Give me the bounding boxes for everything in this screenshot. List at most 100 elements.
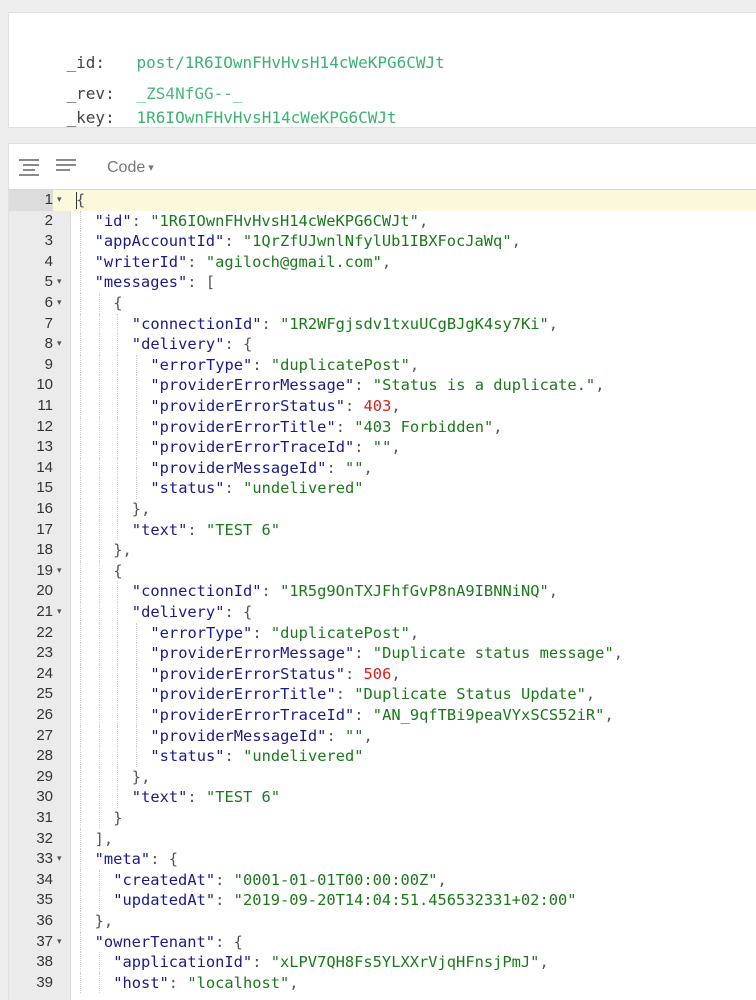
code-line[interactable]: 1 ▾ {	[9, 190, 756, 211]
code-text: "providerErrorTitle": "403 Forbidden",	[150, 417, 502, 438]
json-string: "403 Forbidden"	[354, 417, 494, 436]
indent-guide	[80, 519, 81, 541]
code-line[interactable]: 7 "connectionId": "1R2WFgjsdv1txuUCgBJgK4…	[9, 313, 756, 335]
format-align-icon[interactable]	[19, 159, 39, 176]
fold-toggle-icon[interactable]: ▾	[57, 293, 67, 314]
code-line[interactable]: 35 "updatedAt": "2019-09-20T14:04:51.4565…	[9, 890, 756, 911]
code-text: "errorType": "duplicatePost",	[150, 623, 419, 644]
json-key: "providerMessageId"	[150, 726, 327, 745]
compact-lines-icon[interactable]	[56, 159, 76, 175]
code-line[interactable]: 9 "errorType": "duplicatePost",	[9, 354, 756, 376]
json-punct: :	[215, 870, 234, 889]
line-number: 2	[44, 211, 53, 229]
code-text: "messages": [	[95, 272, 215, 293]
mode-dropdown[interactable]: Code ▾	[107, 159, 154, 177]
code-line[interactable]: 11 "providerErrorStatus": 403,	[9, 396, 756, 417]
indent-guide	[98, 396, 100, 417]
json-key: "delivery"	[131, 603, 225, 621]
indent-guide	[98, 663, 100, 685]
code-line[interactable]: 23 "providerErrorMessage": "Duplicate sta…	[9, 643, 756, 664]
indent-guide	[98, 602, 100, 623]
line-number: 10	[36, 376, 53, 394]
code-line[interactable]: 29},	[9, 766, 756, 788]
code-line[interactable]: 21 ▾ "delivery": {	[9, 602, 756, 623]
indent-guide	[80, 602, 81, 623]
code-line[interactable]: 14 "providerMessageId": "",	[9, 457, 756, 479]
code-line[interactable]: 12 "providerErrorTitle": "403 Forbidden",	[9, 416, 756, 438]
json-string: "TEST 6"	[205, 788, 281, 807]
code-line[interactable]: 18},	[9, 540, 756, 561]
fold-toggle-icon[interactable]: ▾	[57, 272, 67, 293]
fold-toggle-icon[interactable]: ▾	[57, 190, 67, 211]
indent-guide	[98, 643, 100, 664]
code-text: "delivery": {	[132, 602, 252, 623]
code-line[interactable]: 3 "appAccountId": "1QrZfUJwnlNfylUb1IBXFo…	[9, 231, 756, 252]
code-line[interactable]: 24 "providerErrorStatus": 506,	[9, 663, 756, 685]
indent-guide	[80, 375, 81, 396]
code-line[interactable]: 4 "writerId": "agiloch@gmail.com",	[9, 251, 756, 273]
code-line[interactable]: 39 "host": "localhost",	[9, 972, 756, 994]
json-punct: ],	[94, 829, 114, 848]
json-key: "errorType"	[150, 623, 253, 642]
code-line[interactable]: 8 ▾ "delivery": {	[9, 334, 756, 355]
indent-guide	[98, 725, 100, 747]
indent-guide	[80, 210, 81, 232]
indent-guide	[80, 808, 81, 829]
fold-toggle-icon[interactable]: ▾	[57, 932, 67, 953]
json-string: ""	[345, 726, 364, 745]
fold-toggle-icon[interactable]: ▾	[57, 561, 67, 582]
code-line[interactable]: 33 ▾ "meta": {	[9, 849, 756, 870]
code-line[interactable]: 32],	[9, 828, 756, 850]
indent-guide	[117, 766, 119, 788]
code-line[interactable]: 37 ▾ "ownerTenant": {	[9, 931, 756, 953]
code-line[interactable]: 16},	[9, 499, 756, 520]
code-line[interactable]: 6 ▾ {	[9, 293, 756, 314]
line-number: 36	[36, 912, 53, 929]
json-key: "delivery"	[131, 335, 225, 354]
json-key: "text"	[131, 520, 188, 539]
fold-toggle-icon[interactable]: ▾	[57, 334, 67, 355]
code-area[interactable]: 1 ▾{2 "id": "1R6IOwnFHvHvsH14cWeKPG6CWJt",…	[9, 190, 756, 1000]
code-line[interactable]: 26 "providerErrorTraceId": "AN_9qfTBi9pea…	[9, 705, 756, 726]
json-punct: :	[344, 664, 364, 683]
code-line[interactable]: 36},	[9, 911, 756, 932]
json-punct: :	[326, 458, 345, 477]
json-punct: :	[354, 706, 373, 724]
code-text: },	[95, 911, 114, 932]
indent-guide	[98, 499, 100, 520]
code-line[interactable]: 30 "text": "TEST 6"	[9, 787, 756, 808]
code-line[interactable]: 2 "id": "1R6IOwnFHvHvsH14cWeKPG6CWJt",	[9, 210, 756, 232]
indent-guide	[98, 622, 100, 644]
code-line[interactable]: 27 "providerMessageId": "",	[9, 725, 756, 747]
line-number: 8	[44, 335, 53, 353]
json-key: "providerErrorTitle"	[150, 685, 336, 704]
code-text: "providerMessageId": "",	[150, 726, 372, 747]
code-line[interactable]: 25 "providerErrorTitle": "Duplicate Statu…	[9, 684, 756, 705]
code-line[interactable]: 20 "connectionId": "1R5g9OnTXJFhfGvP8nA9I…	[9, 581, 756, 602]
code-line[interactable]: 5 ▾ "messages": [	[9, 272, 756, 293]
indent-guide	[80, 725, 81, 747]
key-value: 1R6IOwnFHvHvsH14cWeKPG6CWJt	[136, 108, 397, 127]
code-line[interactable]: 17 "text": "TEST 6"	[9, 519, 756, 541]
json-punct: ,	[437, 870, 447, 889]
fold-toggle-icon[interactable]: ▾	[57, 602, 67, 623]
json-punct: :	[224, 479, 244, 498]
json-punct: ,	[391, 664, 401, 683]
code-line[interactable]: 22 "errorType": "duplicatePost",	[9, 622, 756, 644]
code-line[interactable]: 31}	[9, 808, 756, 829]
code-line[interactable]: 10 "providerErrorMessage": "Status is a d…	[9, 375, 756, 396]
json-punct: ,	[548, 314, 559, 333]
code-text: "providerErrorMessage": "Duplicate statu…	[150, 643, 623, 664]
code-line[interactable]: 38 "applicationId": "xLPV7QH8Fs5YLXXrVjqH…	[9, 952, 756, 973]
indent-guide	[117, 499, 119, 520]
code-line[interactable]: 13 "providerErrorTraceId": "",	[9, 437, 756, 458]
indent-guide	[117, 334, 119, 355]
line-number: 39	[36, 973, 53, 991]
json-punct: ,	[418, 211, 429, 230]
code-line[interactable]: 19 ▾ {	[9, 560, 756, 582]
fold-toggle-icon[interactable]: ▾	[57, 849, 67, 870]
code-line[interactable]: 34 "createdAt": "0001-01-01T00:00:00Z",	[9, 869, 756, 891]
indent-guide	[117, 787, 119, 808]
code-line[interactable]: 15 "status": "undelivered"	[9, 478, 756, 499]
code-line[interactable]: 28 "status": "undelivered"	[9, 746, 756, 767]
